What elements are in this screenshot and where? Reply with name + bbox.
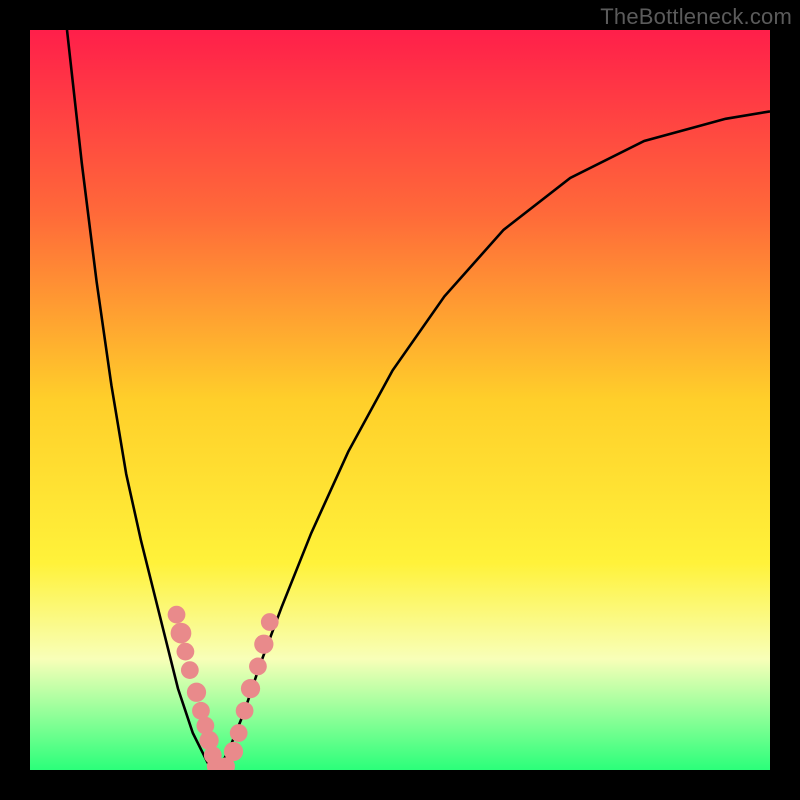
curve-layer [30, 30, 770, 770]
data-marker [236, 702, 254, 720]
curve-right [215, 111, 770, 770]
chart-frame: TheBottleneck.com [0, 0, 800, 800]
plot-area [30, 30, 770, 770]
data-marker [261, 613, 279, 631]
data-marker [177, 643, 195, 661]
data-marker [187, 683, 206, 702]
data-marker [254, 635, 273, 654]
curve-left [67, 30, 215, 770]
data-marker [171, 623, 192, 644]
data-marker [181, 661, 199, 679]
watermark-text: TheBottleneck.com [600, 4, 792, 30]
marker-group [168, 606, 279, 770]
data-marker [224, 742, 243, 761]
data-marker [241, 679, 260, 698]
data-marker [168, 606, 186, 624]
data-marker [230, 724, 248, 742]
data-marker [249, 658, 267, 676]
